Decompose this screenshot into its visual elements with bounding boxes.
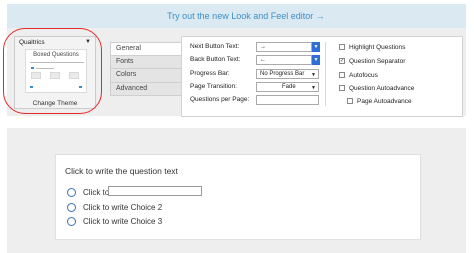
question-separator-checkbox[interactable]: ✓ <box>339 58 345 64</box>
tab-fonts[interactable]: Fonts <box>110 55 182 69</box>
theme-name: Qualtrics <box>19 39 45 46</box>
general-settings-panel: Next Button Text: → ▼ Back Button Text: … <box>181 36 463 117</box>
question-separator-label: Question Separator <box>349 58 406 65</box>
settings-tabs: General Fonts Colors Advanced <box>110 42 182 96</box>
next-button-picker-icon[interactable]: ▼ <box>312 42 320 52</box>
thumbnail-card <box>31 72 41 79</box>
question-autoadvance-checkbox[interactable] <box>339 85 345 91</box>
next-button-text-value: → <box>260 44 266 50</box>
back-button-text-input[interactable]: ← <box>256 55 312 65</box>
back-button-text-value: ← <box>260 57 266 63</box>
question-text[interactable]: Click to write the question text <box>65 166 178 176</box>
chevron-down-icon: ▼ <box>311 85 316 91</box>
thumbnail-divider <box>30 62 84 63</box>
theme-thumbnail-label: Boxed Questions <box>33 52 79 58</box>
highlight-questions-checkbox[interactable] <box>339 44 345 50</box>
choice-label[interactable]: Click to write Choice 2 <box>83 203 162 212</box>
thumbnail-accent <box>31 67 34 69</box>
radio-button[interactable] <box>67 203 76 212</box>
thumbnail-accent <box>79 86 82 88</box>
thumbnail-card <box>50 72 60 79</box>
next-button-text-label: Next Button Text: <box>190 43 240 50</box>
thumbnail-accent <box>30 86 33 88</box>
progress-bar-label: Progress Bar: <box>190 70 230 77</box>
panel-divider <box>325 42 326 106</box>
look-and-feel-banner[interactable]: Try out the new Look and Feel editor → <box>7 4 466 28</box>
banner-link[interactable]: Try out the new Look and Feel editor → <box>167 11 325 21</box>
thumbnail-progress <box>36 68 54 69</box>
theme-selector[interactable]: Qualtrics ▼ Boxed Questions Change Theme <box>14 36 96 109</box>
chevron-down-icon: ▼ <box>311 72 316 78</box>
page-transition-value: Fade <box>282 84 296 90</box>
page-transition-select[interactable]: Fade ▼ <box>256 82 319 92</box>
radio-button[interactable] <box>67 188 76 197</box>
back-button-picker-icon[interactable]: ▼ <box>312 55 320 65</box>
tab-advanced[interactable]: Advanced <box>110 82 182 96</box>
page-transition-label: Page Transition: <box>190 83 237 90</box>
thumbnail-card <box>69 72 79 79</box>
change-theme-link[interactable]: Change Theme <box>15 100 95 107</box>
next-button-text-input[interactable]: → <box>256 42 312 52</box>
tab-colors[interactable]: Colors <box>110 69 182 83</box>
progress-bar-value: No Progress Bar <box>260 71 305 77</box>
questions-per-page-input[interactable] <box>256 95 319 105</box>
tab-general[interactable]: General <box>110 42 182 56</box>
radio-button[interactable] <box>67 217 76 226</box>
highlight-questions-label: Highlight Questions <box>349 44 406 51</box>
questions-per-page-label: Questions per Page: <box>190 96 250 103</box>
back-button-text-label: Back Button Text: <box>190 56 241 63</box>
question-card[interactable]: Click to write the question text Click t… <box>55 154 421 240</box>
page-autoadvance-label: Page Autoadvance <box>357 98 412 105</box>
choice-label[interactable]: Click to write Choice 3 <box>83 217 162 226</box>
page-autoadvance-checkbox[interactable] <box>347 98 353 104</box>
autofocus-checkbox[interactable] <box>339 72 345 78</box>
theme-thumbnail[interactable]: Boxed Questions <box>25 49 87 93</box>
progress-bar-select[interactable]: No Progress Bar ▼ <box>256 69 319 79</box>
choice-text-entry-box[interactable] <box>108 186 202 196</box>
theme-dropdown-arrow-icon[interactable]: ▼ <box>85 39 91 45</box>
autofocus-label: Autofocus <box>349 72 378 79</box>
question-autoadvance-label: Question Autoadvance <box>349 85 415 92</box>
